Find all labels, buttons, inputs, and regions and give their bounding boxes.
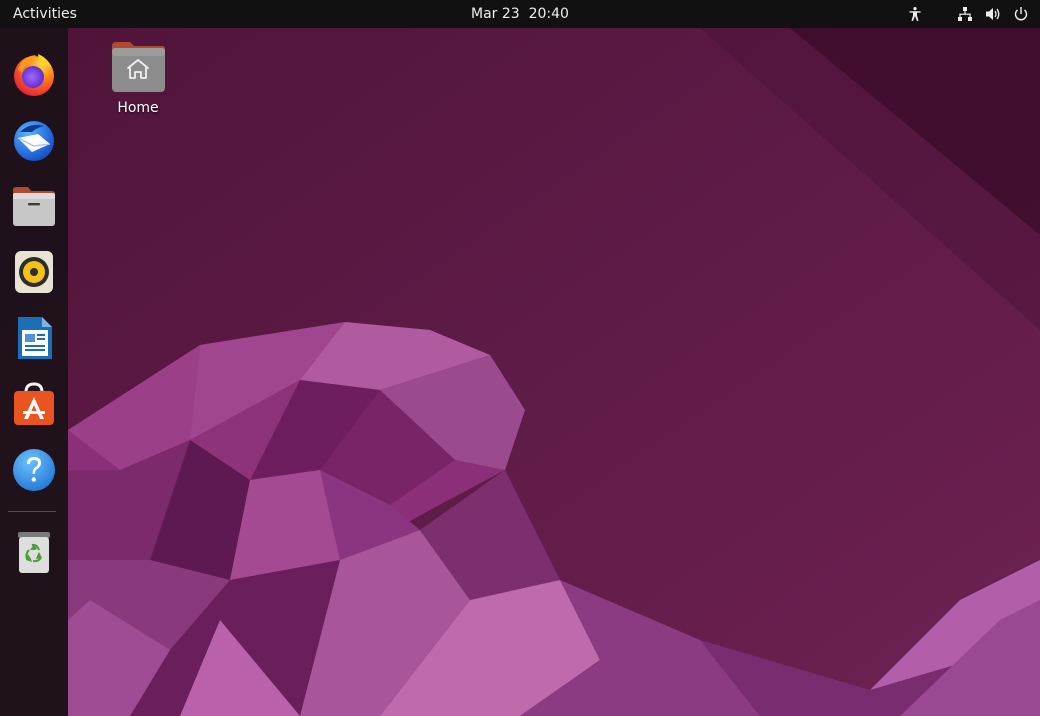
network-wired-icon[interactable] xyxy=(954,3,976,25)
dock-separator xyxy=(8,511,56,512)
top-bar: Activities Mar 23 20:40 xyxy=(0,0,1040,28)
clock-button[interactable]: Mar 23 20:40 xyxy=(460,3,580,25)
dock-firefox[interactable] xyxy=(8,48,60,100)
dock-libreoffice-writer[interactable] xyxy=(8,312,60,364)
system-menu[interactable] xyxy=(904,3,1032,25)
clock-date: Mar 23 xyxy=(471,6,520,22)
dock-rhythmbox[interactable] xyxy=(8,246,60,298)
dock-software[interactable] xyxy=(8,378,60,430)
files-icon xyxy=(13,187,55,226)
clock-time: 20:40 xyxy=(528,6,569,22)
dock-trash[interactable] xyxy=(8,526,60,578)
power-icon[interactable] xyxy=(1010,3,1032,25)
thunderbird-icon xyxy=(14,121,54,161)
accessibility-icon[interactable] xyxy=(904,3,926,25)
trash-icon xyxy=(18,532,50,573)
dock-thunderbird[interactable] xyxy=(8,114,60,166)
desktop-icon-home-label: Home xyxy=(117,100,159,116)
software-icon xyxy=(14,382,54,425)
firefox-icon xyxy=(14,54,54,96)
dock-help[interactable] xyxy=(8,444,60,496)
help-icon xyxy=(13,449,55,491)
writer-icon xyxy=(18,317,52,359)
dock-files[interactable] xyxy=(8,180,60,232)
rhythmbox-icon xyxy=(15,251,53,293)
dock xyxy=(0,28,68,716)
desktop-icon-home[interactable]: Home xyxy=(100,36,176,126)
activities-button[interactable]: Activities xyxy=(4,3,86,25)
home-folder-icon xyxy=(112,42,165,92)
volume-icon[interactable] xyxy=(982,3,1004,25)
